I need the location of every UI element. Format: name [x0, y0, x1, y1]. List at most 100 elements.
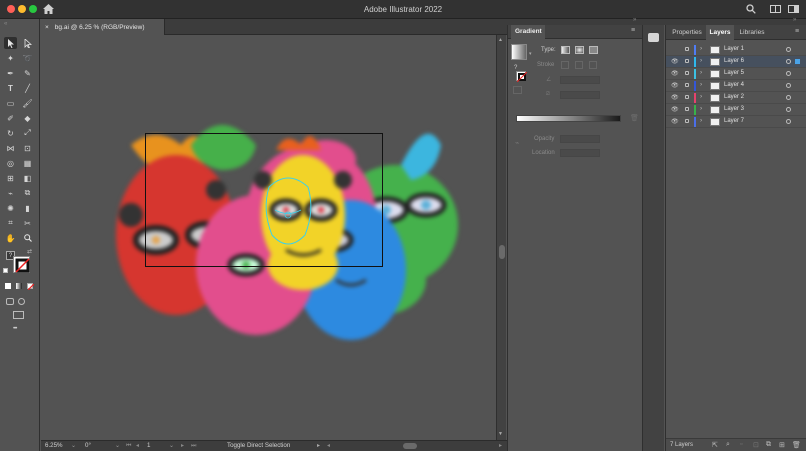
- target-circle-icon[interactable]: [786, 83, 791, 88]
- expand-layer-icon[interactable]: ›: [700, 81, 702, 88]
- paintbrush-tool-icon[interactable]: 🖌: [21, 97, 34, 109]
- scroll-left-icon[interactable]: ◂: [327, 442, 330, 449]
- hand-tool-icon[interactable]: ✋: [4, 232, 17, 244]
- lock-toggle-icon[interactable]: [685, 83, 689, 87]
- expand-layer-icon[interactable]: ›: [700, 105, 702, 112]
- horizontal-scroll-thumb[interactable]: [403, 443, 417, 449]
- visibility-eye-icon[interactable]: 👁: [671, 58, 679, 65]
- first-artboard-icon[interactable]: ⏮: [126, 442, 132, 450]
- perspective-grid-tool-icon[interactable]: ▦: [21, 157, 34, 169]
- default-fill-stroke-icon[interactable]: [3, 268, 8, 273]
- artboard-frame[interactable]: [145, 133, 383, 267]
- gradient-stroke-swatch[interactable]: [516, 71, 527, 82]
- none-mode-icon[interactable]: [27, 283, 34, 290]
- layer-row[interactable]: 👁 › Layer 7: [666, 116, 806, 128]
- layer-name[interactable]: Layer 4: [724, 82, 744, 88]
- stroke-swatch[interactable]: [13, 256, 30, 273]
- shaper-tool-icon[interactable]: ✐: [4, 112, 17, 124]
- expand-layer-icon[interactable]: ›: [700, 57, 702, 64]
- rotation-view[interactable]: 0°: [85, 442, 91, 449]
- status-menu-icon[interactable]: ▸: [317, 442, 320, 449]
- layer-row[interactable]: 👁 › Layer 5: [666, 68, 806, 80]
- lock-toggle-icon[interactable]: [685, 107, 689, 111]
- gradient-eyedropper-icon[interactable]: ⌁: [515, 139, 519, 147]
- slice-tool-icon[interactable]: ✂: [21, 217, 34, 229]
- collect-export-icon[interactable]: ⊡: [753, 441, 759, 449]
- symbol-sprayer-tool-icon[interactable]: ✺: [4, 202, 17, 214]
- layer-name[interactable]: Layer 3: [724, 106, 744, 112]
- delete-layer-icon[interactable]: 🗑: [792, 441, 801, 449]
- zoom-dropdown-icon[interactable]: ⌄: [71, 442, 76, 449]
- expand-layer-icon[interactable]: ›: [700, 69, 702, 76]
- close-tab-icon[interactable]: ×: [45, 24, 49, 31]
- color-mode-icon[interactable]: [5, 283, 11, 289]
- magic-wand-tool-icon[interactable]: ✦: [4, 52, 17, 64]
- target-circle-icon[interactable]: [786, 59, 791, 64]
- scroll-up-icon[interactable]: ▲: [498, 37, 503, 43]
- layer-name[interactable]: Layer 7: [724, 118, 744, 124]
- type-tool-icon[interactable]: T: [4, 82, 17, 94]
- layer-row[interactable]: › Layer 1: [666, 44, 806, 56]
- visibility-eye-icon[interactable]: 👁: [671, 118, 679, 125]
- expand-layer-icon[interactable]: ›: [700, 117, 702, 124]
- layer-name[interactable]: Layer 1: [724, 46, 744, 52]
- tab-properties[interactable]: Properties: [668, 25, 706, 40]
- blend-tool-icon[interactable]: ⧉: [21, 187, 34, 199]
- artboard-dropdown-icon[interactable]: ⌄: [169, 442, 174, 449]
- direct-selection-tool-icon[interactable]: [21, 37, 34, 49]
- canvas-area[interactable]: [41, 35, 496, 440]
- collapse-dock-icon[interactable]: »: [633, 17, 636, 23]
- expand-layer-icon[interactable]: ›: [700, 93, 702, 100]
- lock-toggle-icon[interactable]: [685, 47, 689, 51]
- gradient-presets-dropdown-icon[interactable]: ▾: [529, 51, 532, 57]
- visibility-eye-icon[interactable]: 👁: [671, 82, 679, 89]
- selection-tool-icon[interactable]: [4, 37, 17, 49]
- curvature-tool-icon[interactable]: ✎: [21, 67, 34, 79]
- draw-normal-icon[interactable]: [6, 298, 14, 305]
- expand-layer-icon[interactable]: ›: [700, 45, 702, 52]
- angle-field[interactable]: [560, 76, 600, 84]
- stroke-across-button[interactable]: [589, 61, 597, 69]
- target-circle-icon[interactable]: [786, 95, 791, 100]
- mesh-tool-icon[interactable]: ⊞: [4, 172, 17, 184]
- draw-behind-icon[interactable]: [18, 298, 25, 305]
- scroll-down-icon[interactable]: ▼: [498, 431, 503, 437]
- layer-row[interactable]: 👁 › Layer 4: [666, 80, 806, 92]
- workspace-switcher-icon[interactable]: [788, 5, 799, 15]
- location-field[interactable]: [560, 149, 600, 157]
- search-icon[interactable]: [746, 4, 756, 16]
- new-sublayer-icon[interactable]: ⧉: [766, 441, 771, 449]
- panel-menu-icon[interactable]: ≡: [631, 27, 635, 34]
- lock-toggle-icon[interactable]: [685, 59, 689, 63]
- collapse-layers-dock-icon[interactable]: »: [793, 17, 796, 23]
- clipping-mask-icon[interactable]: ▫: [740, 441, 742, 448]
- locate-object-icon[interactable]: ⌕: [726, 441, 730, 449]
- visibility-eye-icon[interactable]: 👁: [671, 94, 679, 101]
- scroll-right-icon[interactable]: ▸: [499, 442, 502, 449]
- lock-toggle-icon[interactable]: [685, 119, 689, 123]
- layer-row[interactable]: 👁 › Layer 3: [666, 104, 806, 116]
- document-tab[interactable]: × bg.ai @ 6.25 % (RGB/Preview): [41, 19, 165, 35]
- pen-tool-icon[interactable]: ✒: [4, 67, 17, 79]
- layer-row[interactable]: 👁 › Layer 2: [666, 92, 806, 104]
- zoom-tool-icon[interactable]: [21, 232, 34, 244]
- reverse-gradient-icon[interactable]: [513, 86, 522, 94]
- vertical-scrollbar[interactable]: ▲ ▼: [496, 35, 506, 440]
- lock-toggle-icon[interactable]: [685, 71, 689, 75]
- visibility-eye-icon[interactable]: 👁: [671, 70, 679, 77]
- gradient-slider[interactable]: [516, 115, 621, 122]
- eraser-tool-icon[interactable]: ◆: [21, 112, 34, 124]
- gradient-preview-swatch[interactable]: [511, 44, 527, 60]
- rotation-dropdown-icon[interactable]: ⌄: [115, 442, 120, 449]
- stroke-along-button[interactable]: [575, 61, 583, 69]
- stroke-within-button[interactable]: [561, 61, 569, 69]
- collapse-toolbar-icon[interactable]: «: [4, 21, 7, 27]
- rectangle-tool-icon[interactable]: ▭: [4, 97, 17, 109]
- layer-name[interactable]: Layer 6: [724, 58, 744, 64]
- opacity-field[interactable]: [560, 135, 600, 143]
- layer-name[interactable]: Layer 2: [724, 94, 744, 100]
- vertical-scroll-thumb[interactable]: [499, 245, 505, 259]
- radial-gradient-button[interactable]: [575, 46, 584, 54]
- next-artboard-icon[interactable]: ▸: [181, 442, 184, 449]
- rotate-tool-icon[interactable]: ↻: [4, 127, 17, 139]
